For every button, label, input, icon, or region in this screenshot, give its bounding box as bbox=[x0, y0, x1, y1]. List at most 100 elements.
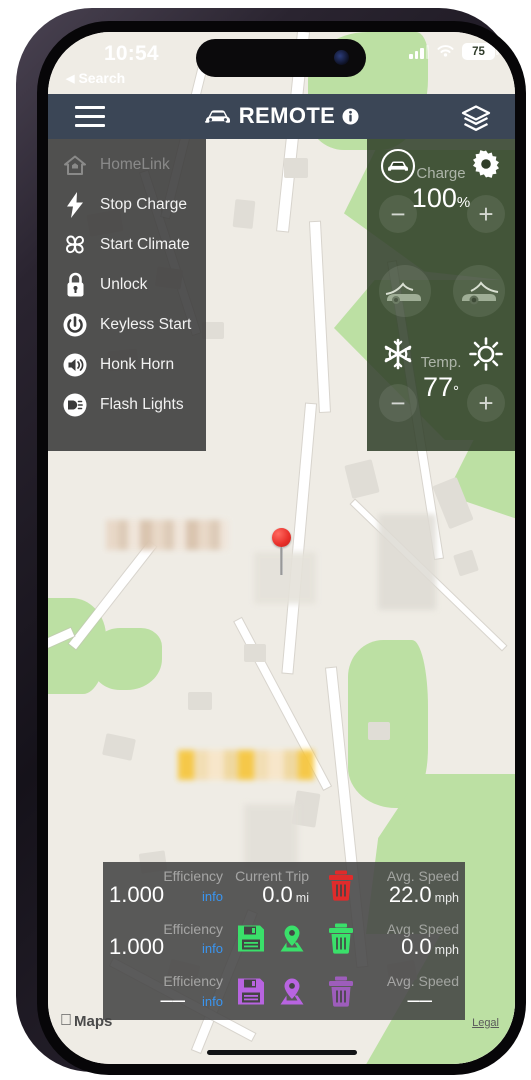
dynamic-island bbox=[196, 39, 366, 77]
sidebar-item-label: Keyless Start bbox=[100, 316, 192, 333]
avg-speed-cell: Avg. Speed 22.0 mph bbox=[367, 862, 465, 915]
location-pin-icon[interactable] bbox=[277, 976, 307, 1011]
back-label: Search bbox=[78, 70, 126, 86]
location-pin-icon[interactable] bbox=[277, 924, 307, 959]
phone-screen: 10:54 ◀ Search 75 REMOTE HomeLink Stop C… bbox=[48, 32, 515, 1064]
remote-actions-sidebar: HomeLink Stop Charge Start Climate Unloc… bbox=[48, 139, 206, 451]
charge-number: 100 bbox=[411, 183, 457, 213]
efficiency-cell: Efficiency 1.000 info bbox=[103, 915, 229, 968]
info-icon[interactable] bbox=[342, 108, 359, 125]
battery-percent: 75 bbox=[472, 45, 485, 58]
sidebar-item-unlock[interactable]: Unlock bbox=[48, 265, 206, 305]
apple-logo-icon:  bbox=[60, 1012, 72, 1030]
wifi-icon bbox=[437, 45, 454, 57]
delete-trip-cell bbox=[315, 967, 367, 1020]
map-park-area bbox=[92, 628, 162, 690]
save-floppy-icon[interactable] bbox=[236, 976, 266, 1011]
temp-number: 77 bbox=[422, 372, 454, 402]
current-trip-cell: Current Trip 0.0 mi bbox=[229, 862, 315, 915]
legal-link[interactable]: Legal bbox=[472, 1017, 499, 1029]
trash-icon[interactable] bbox=[326, 923, 356, 960]
temp-decrease-button[interactable]: − bbox=[379, 384, 417, 422]
sidebar-item-homelink[interactable]: HomeLink bbox=[48, 145, 206, 185]
page-title: REMOTE bbox=[48, 103, 515, 129]
map-building bbox=[344, 459, 380, 499]
efficiency-cell: Efficiency –– info bbox=[103, 967, 229, 1020]
fan-icon bbox=[62, 232, 88, 258]
speed-unit: mph bbox=[434, 890, 459, 905]
avg-speed-value: 0.0 mph bbox=[401, 934, 459, 960]
lock-icon bbox=[62, 272, 88, 298]
map-building bbox=[284, 158, 308, 178]
sidebar-item-label: Honk Horn bbox=[100, 356, 175, 373]
avg-speed-value: –– bbox=[408, 987, 435, 1013]
speed-number: 0.0 bbox=[401, 934, 432, 960]
temp-increase-button[interactable]: + bbox=[467, 384, 505, 422]
trip-unit: mi bbox=[295, 890, 309, 905]
map-building bbox=[102, 733, 136, 761]
trash-icon[interactable] bbox=[326, 975, 356, 1012]
efficiency-info-link[interactable]: info bbox=[202, 941, 223, 956]
sidebar-item-label: Unlock bbox=[100, 276, 148, 293]
sidebar-item-label: HomeLink bbox=[100, 156, 170, 173]
sidebar-item-keyless-start[interactable]: Keyless Start bbox=[48, 305, 206, 345]
map-building bbox=[368, 722, 390, 740]
frunk-open-icon[interactable] bbox=[379, 265, 431, 317]
efficiency-value: –– bbox=[160, 987, 185, 1013]
speed-unit: mph bbox=[434, 943, 459, 958]
lightning-bolt-icon bbox=[62, 192, 88, 218]
efficiency-value: 1.000 bbox=[109, 881, 165, 907]
map-building bbox=[232, 199, 256, 229]
redacted-label bbox=[106, 520, 228, 550]
charge-decrease-button[interactable]: − bbox=[379, 195, 417, 233]
power-icon bbox=[62, 312, 88, 338]
back-to-search-link[interactable]: ◀ Search bbox=[66, 70, 125, 86]
speed-number: 22.0 bbox=[388, 881, 432, 907]
trip-row-saved-green: Efficiency 1.000 info Avg. Speed 0.0 mph bbox=[103, 915, 465, 968]
redacted-area bbox=[378, 514, 436, 610]
home-indicator[interactable] bbox=[206, 1050, 357, 1055]
charge-label: Charge bbox=[416, 165, 466, 182]
map-pin-icon[interactable] bbox=[272, 528, 291, 575]
save-floppy-icon[interactable] bbox=[236, 924, 266, 959]
cellular-signal-icon bbox=[409, 44, 429, 59]
nav-title-text: REMOTE bbox=[238, 103, 336, 128]
trip-row-saved-purple: Efficiency –– info Avg. Speed –– bbox=[103, 967, 465, 1020]
efficiency-value: 1.000 bbox=[109, 934, 165, 960]
phone-frame: 10:54 ◀ Search 75 REMOTE HomeLink Stop C… bbox=[16, 8, 526, 1075]
status-bar: 10:54 ◀ Search 75 bbox=[48, 32, 515, 94]
sidebar-item-stop-charge[interactable]: Stop Charge bbox=[48, 185, 206, 225]
delete-trip-cell bbox=[315, 915, 367, 968]
efficiency-cell: Efficiency 1.000 info bbox=[103, 862, 229, 915]
redacted-area bbox=[244, 804, 298, 868]
headlight-icon bbox=[62, 392, 88, 418]
efficiency-info-link[interactable]: info bbox=[202, 889, 223, 904]
speaker-icon bbox=[62, 352, 88, 378]
sidebar-item-flash-lights[interactable]: Flash Lights bbox=[48, 385, 206, 425]
trip-number: 0.0 bbox=[262, 881, 293, 907]
status-indicators: 75 bbox=[409, 43, 499, 60]
efficiency-label: Efficiency bbox=[163, 868, 223, 884]
save-and-locate-cell bbox=[229, 915, 315, 968]
map-building bbox=[453, 549, 479, 577]
delete-trip-cell bbox=[315, 862, 367, 915]
trash-icon[interactable] bbox=[326, 870, 356, 907]
save-and-locate-cell bbox=[229, 967, 315, 1020]
status-time: 10:54 bbox=[104, 42, 159, 65]
efficiency-info-link[interactable]: info bbox=[202, 994, 223, 1009]
car-icon bbox=[204, 109, 230, 123]
charge-increase-button[interactable]: + bbox=[467, 195, 505, 233]
home-icon bbox=[62, 152, 88, 178]
sidebar-item-label: Flash Lights bbox=[100, 396, 184, 413]
front-camera-icon bbox=[334, 50, 349, 65]
avg-speed-cell: Avg. Speed –– bbox=[367, 967, 465, 1020]
trunk-open-icon[interactable] bbox=[453, 265, 505, 317]
vehicle-control-panel: Charge 100% − + Temp. 77° − + bbox=[367, 139, 515, 451]
temp-unit: ° bbox=[453, 383, 460, 400]
redacted-label bbox=[178, 750, 314, 780]
sidebar-item-honk-horn[interactable]: Honk Horn bbox=[48, 345, 206, 385]
sidebar-item-start-climate[interactable]: Start Climate bbox=[48, 225, 206, 265]
map-layers-icon[interactable] bbox=[461, 105, 491, 138]
current-trip-value: 0.0 mi bbox=[262, 882, 309, 908]
map-road bbox=[310, 221, 330, 413]
